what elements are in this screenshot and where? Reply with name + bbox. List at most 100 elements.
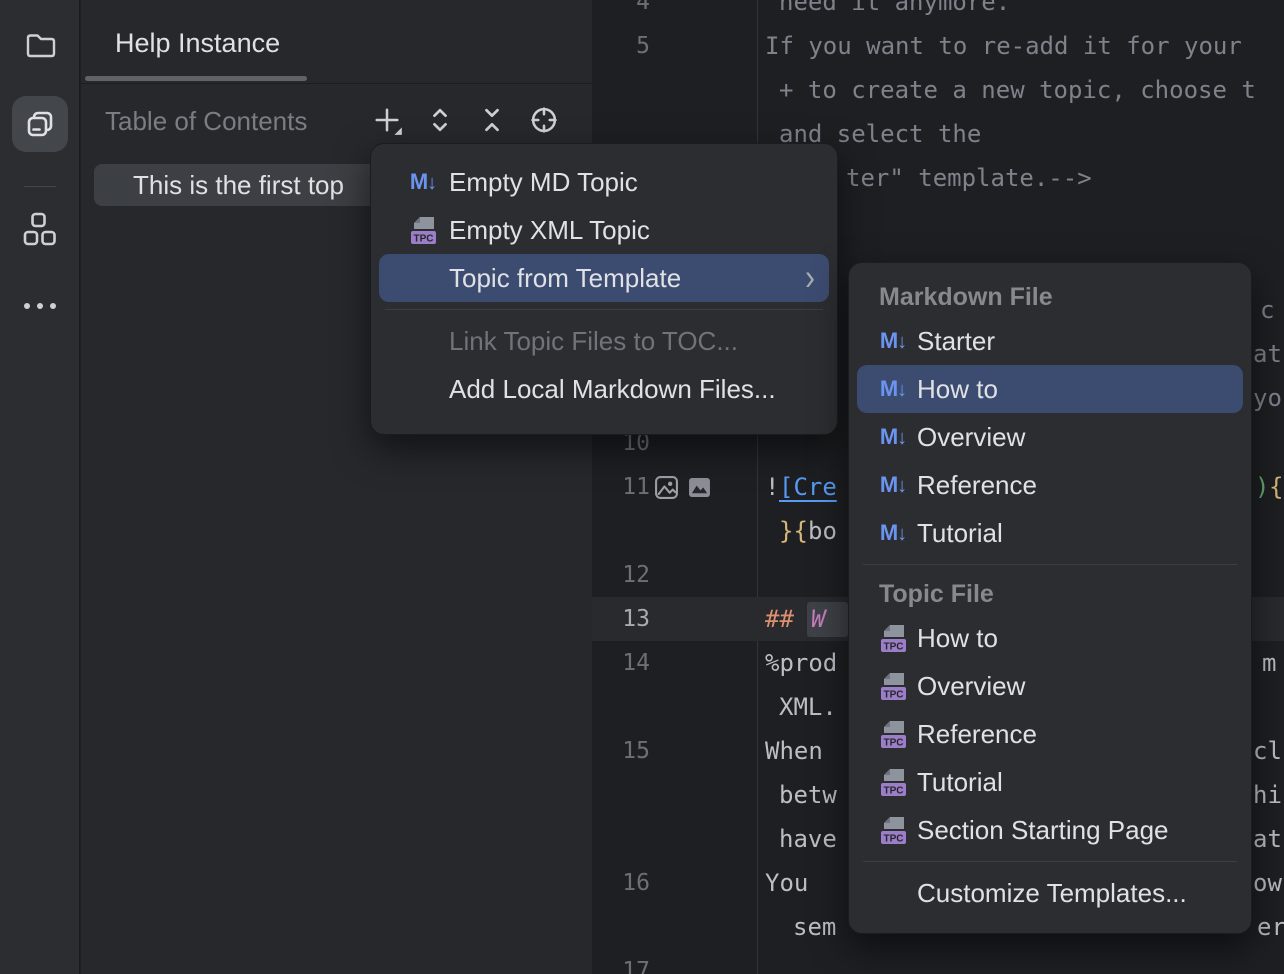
submenu-item-md-how-to[interactable]: M↓ How to — [857, 365, 1243, 413]
menu-item-empty-md-topic[interactable]: M↓ Empty MD Topic — [379, 158, 829, 206]
code-heading-marker: ## — [765, 597, 794, 641]
submenu-item-md-overview[interactable]: M↓ Overview — [857, 413, 1243, 461]
crosshair-target-icon — [528, 104, 560, 136]
ide-window: 4 need it anymore. 5 If you want to re-a… — [0, 0, 1284, 974]
code-text: yo — [1253, 376, 1282, 420]
topic-file-icon: TPC — [879, 718, 907, 750]
menu-item-link-topic-files[interactable]: Link Topic Files to TOC... — [379, 317, 829, 365]
structure-tool-button[interactable] — [12, 202, 68, 258]
menu-item-topic-from-template[interactable]: Topic from Template › — [379, 254, 829, 302]
line-number: 13 — [592, 597, 650, 641]
submenu-item-tpc-overview[interactable]: TPC Overview — [857, 662, 1243, 710]
submenu-item-tpc-tutorial[interactable]: TPC Tutorial — [857, 758, 1243, 806]
menu-separator — [385, 309, 823, 310]
code-text: ! — [765, 465, 779, 509]
submenu-item-md-tutorial[interactable]: M↓ Tutorial — [857, 509, 1243, 557]
tool-window-header: Help Instance — [81, 0, 592, 84]
expand-all-icon — [425, 104, 455, 136]
more-tools-button[interactable] — [12, 278, 68, 334]
submenu-item-tpc-reference[interactable]: TPC Reference — [857, 710, 1243, 758]
menu-item-label: Tutorial — [917, 518, 1003, 549]
line-number: 11 — [592, 465, 650, 509]
topic-file-icon: TPC — [409, 214, 437, 246]
menu-item-label: Section Starting Page — [917, 815, 1169, 846]
code-text: XML. — [779, 685, 837, 729]
line-number: 12 — [592, 553, 650, 597]
submenu-chevron-icon: › — [805, 259, 815, 297]
toc-tool-button[interactable] — [12, 96, 68, 152]
menu-item-label: How to — [917, 374, 998, 405]
empty-icon-slot — [879, 877, 907, 909]
submenu-item-customize-templates[interactable]: Customize Templates... — [857, 869, 1243, 917]
add-topic-button[interactable] — [369, 102, 405, 138]
menu-item-label: Empty MD Topic — [449, 167, 638, 198]
project-tool-button[interactable] — [12, 17, 68, 73]
menu-item-label: Link Topic Files to TOC... — [449, 326, 738, 357]
code-link-text[interactable]: [Cre — [779, 465, 837, 509]
line-number: 16 — [592, 861, 650, 905]
line-number: 17 — [592, 949, 650, 974]
menu-item-label: Overview — [917, 422, 1025, 453]
topic-file-icon: TPC — [879, 766, 907, 798]
menu-item-label: Tutorial — [917, 767, 1003, 798]
structure-icon — [23, 212, 57, 248]
code-text: ter" template.--> — [846, 156, 1092, 200]
empty-icon-slot — [409, 262, 437, 294]
markdown-file-icon: M↓ — [879, 373, 907, 405]
toc-tree-item-label: This is the first top — [133, 170, 344, 201]
code-text: c — [1260, 288, 1274, 332]
line-number: 4 — [592, 0, 650, 24]
image-outline-gutter-icon[interactable] — [654, 475, 679, 500]
menu-item-label: How to — [917, 623, 998, 654]
svg-text:TPC: TPC — [883, 642, 903, 653]
code-text: m — [1262, 641, 1276, 685]
code-text: at — [1253, 332, 1282, 376]
empty-icon-slot — [409, 325, 437, 357]
topic-file-icon: TPC — [879, 670, 907, 702]
more-dots-icon — [22, 301, 58, 311]
code-text: ) — [1255, 465, 1269, 509]
line-number: 5 — [592, 24, 650, 68]
code-text: + to create a new topic, choose t — [779, 68, 1256, 112]
svg-text:TPC: TPC — [883, 738, 903, 749]
active-tab-indicator — [85, 76, 307, 81]
locate-opened-file-button[interactable] — [526, 102, 562, 138]
submenu-item-tpc-section-starting-page[interactable]: TPC Section Starting Page — [857, 806, 1243, 854]
menu-item-label: Starter — [917, 326, 995, 357]
svg-text:TPC: TPC — [883, 690, 903, 701]
expand-all-button[interactable] — [422, 102, 458, 138]
editor-row: 4 need it anymore. — [592, 0, 1284, 24]
activity-bar-divider — [24, 186, 56, 187]
svg-text:TPC: TPC — [413, 234, 433, 245]
code-text: %prod — [765, 641, 837, 685]
editor-row: 5 If you want to re-add it for your — [592, 24, 1284, 68]
pages-copy-icon — [23, 107, 57, 141]
image-filled-gutter-icon[interactable] — [689, 478, 710, 497]
submenu-item-md-reference[interactable]: M↓ Reference — [857, 461, 1243, 509]
plus-dropdown-icon — [371, 104, 403, 136]
code-text: er — [1257, 905, 1284, 949]
menu-item-label: Reference — [917, 719, 1037, 750]
svg-text:TPC: TPC — [883, 834, 903, 845]
menu-item-add-local-markdown[interactable]: Add Local Markdown Files... — [379, 365, 829, 413]
code-text: sem — [793, 905, 836, 949]
menu-item-label: Reference — [917, 470, 1037, 501]
submenu-section-markdown-file: Markdown File — [849, 277, 1251, 317]
topic-file-icon: TPC — [879, 814, 907, 846]
markdown-file-icon: M↓ — [409, 166, 437, 198]
empty-icon-slot — [409, 373, 437, 405]
line-number: 14 — [592, 641, 650, 685]
submenu-item-tpc-how-to[interactable]: TPC How to — [857, 614, 1243, 662]
code-text: betw — [779, 773, 837, 817]
code-heading-text: W — [811, 597, 825, 641]
code-text: ow — [1253, 861, 1282, 905]
submenu-item-md-starter[interactable]: M↓ Starter — [857, 317, 1243, 365]
code-text: have — [779, 817, 837, 861]
menu-item-empty-xml-topic[interactable]: TPC Empty XML Topic — [379, 206, 829, 254]
menu-item-label: Overview — [917, 671, 1025, 702]
menu-item-label: Customize Templates... — [917, 878, 1187, 909]
tab-help-instance[interactable]: Help Instance — [115, 28, 280, 59]
activity-bar — [0, 0, 80, 974]
menu-item-label: Topic from Template — [449, 263, 681, 294]
collapse-all-button[interactable] — [474, 102, 510, 138]
